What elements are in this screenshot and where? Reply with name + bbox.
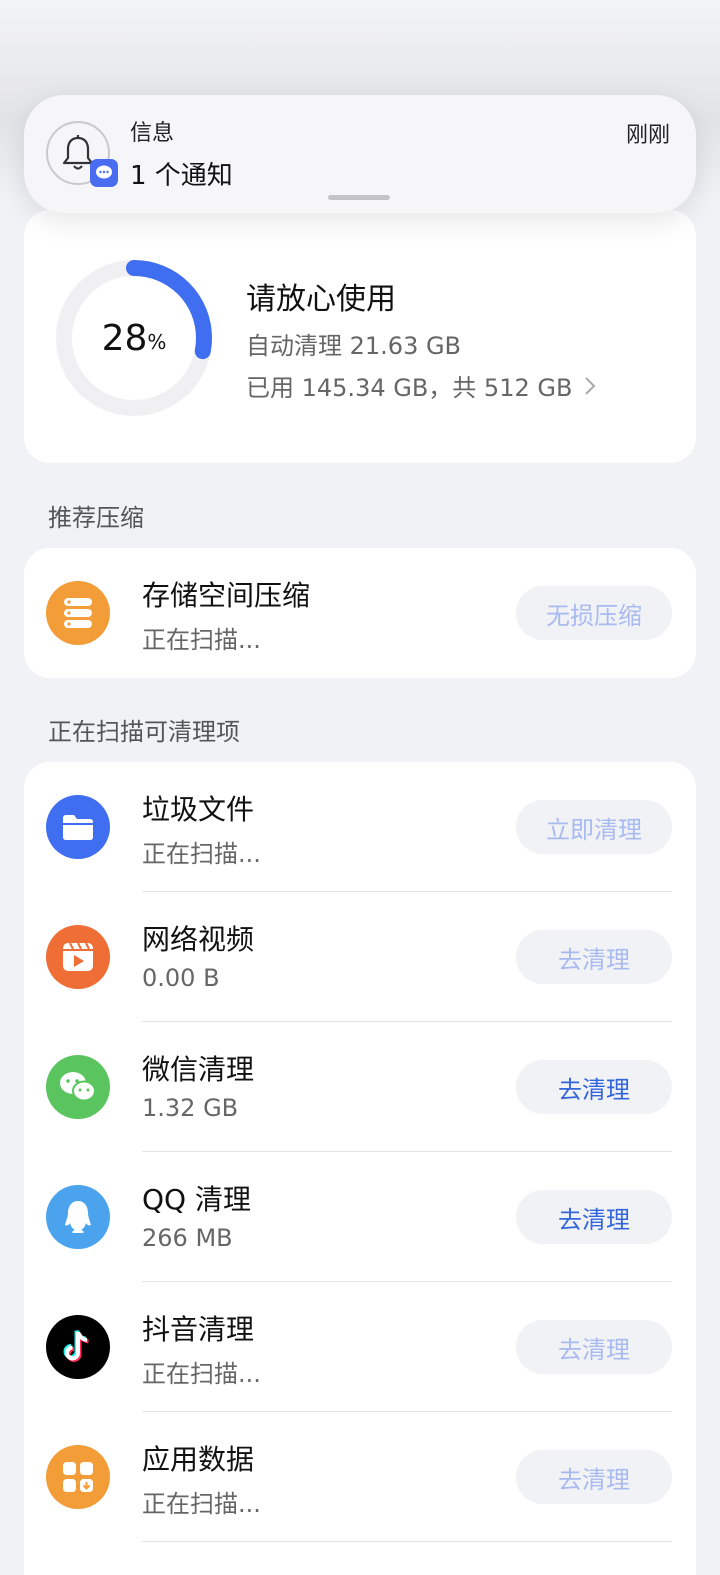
- item-title: 抖音清理: [142, 1313, 255, 1346]
- recommend-section-header: 推荐压缩: [48, 504, 144, 532]
- storage-usage-info[interactable]: 已用 145.34 GB，共 512 GB: [246, 368, 596, 403]
- item-title: 微信清理: [142, 1053, 255, 1086]
- storage-stack-icon: [46, 581, 110, 645]
- lossless-compress-button[interactable]: 无损压缩: [516, 586, 672, 640]
- usage-percent-value: 28: [101, 317, 148, 359]
- usage-percent: 28 %: [54, 258, 214, 418]
- item-title: QQ 清理: [142, 1183, 251, 1216]
- recommend-card: 存储空间压缩 正在扫描... 无损压缩: [24, 548, 696, 678]
- item-subtitle: 0.00 B: [142, 964, 220, 992]
- go-clean-button[interactable]: 去清理: [516, 930, 672, 984]
- notification-banner[interactable]: 信息 1 个通知 刚刚: [24, 95, 696, 213]
- app-data-icon: [46, 1445, 110, 1509]
- go-clean-button[interactable]: 去清理: [516, 1190, 672, 1244]
- go-clean-button[interactable]: 去清理: [516, 1320, 672, 1374]
- scan-card: 垃圾文件 正在扫描... 立即清理 网络视频 0.00 B 去清理 微信清理 1…: [24, 762, 696, 1575]
- list-item-qq-clean[interactable]: QQ 清理 266 MB 去清理: [24, 1152, 696, 1282]
- notification-time: 刚刚: [625, 123, 670, 148]
- list-item-app-data[interactable]: 应用数据 正在扫描... 去清理: [24, 1412, 696, 1542]
- tiktok-icon: [46, 1315, 110, 1379]
- item-subtitle: 1.32 GB: [142, 1094, 239, 1122]
- notification-app-name: 信息: [130, 121, 175, 146]
- item-subtitle: 正在扫描...: [142, 1360, 261, 1388]
- list-item-junk-files[interactable]: 垃圾文件 正在扫描... 立即清理: [24, 762, 696, 892]
- wechat-icon: [46, 1055, 110, 1119]
- notification-message: 1 个通知: [130, 161, 233, 191]
- item-title: 应用数据: [142, 1443, 255, 1476]
- clean-now-button[interactable]: 立即清理: [516, 800, 672, 854]
- go-clean-button[interactable]: 去清理: [516, 1450, 672, 1504]
- list-item-douyin-clean[interactable]: 抖音清理 正在扫描... 去清理: [24, 1282, 696, 1412]
- storage-usage-text: 已用 145.34 GB，共 512 GB: [246, 374, 573, 402]
- item-subtitle: 正在扫描...: [142, 626, 261, 654]
- list-item-storage-compression[interactable]: 存储空间压缩 正在扫描... 无损压缩: [24, 548, 696, 678]
- scan-section-header: 正在扫描可清理项: [48, 718, 240, 746]
- storage-status: 请放心使用: [246, 282, 396, 317]
- item-subtitle: 正在扫描...: [142, 1490, 261, 1518]
- divider: [142, 1541, 672, 1542]
- item-subtitle: 正在扫描...: [142, 840, 261, 868]
- item-title: 垃圾文件: [142, 793, 255, 826]
- message-icon: [90, 159, 118, 187]
- folder-icon: [46, 795, 110, 859]
- item-title: 网络视频: [142, 923, 255, 956]
- go-clean-button[interactable]: 去清理: [516, 1060, 672, 1114]
- qq-icon: [46, 1185, 110, 1249]
- list-item-network-video[interactable]: 网络视频 0.00 B 去清理: [24, 892, 696, 1022]
- usage-percent-unit: %: [147, 330, 167, 354]
- drag-handle[interactable]: [328, 195, 390, 200]
- video-icon: [46, 925, 110, 989]
- item-subtitle: 266 MB: [142, 1224, 233, 1252]
- storage-summary-card[interactable]: 28 % 请放心使用 自动清理 21.63 GB 已用 145.34 GB，共 …: [24, 210, 696, 463]
- list-item-wechat-clean[interactable]: 微信清理 1.32 GB 去清理: [24, 1022, 696, 1152]
- auto-clean-info: 自动清理 21.63 GB: [246, 332, 462, 360]
- item-title: 存储空间压缩: [142, 579, 311, 612]
- chevron-right-icon: [585, 376, 596, 395]
